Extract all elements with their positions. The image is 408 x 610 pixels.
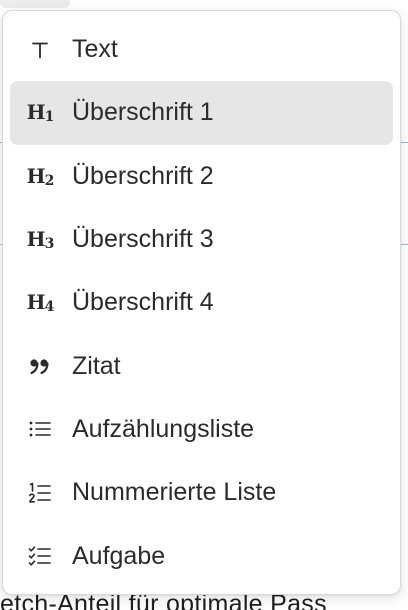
- menu-item-label: Text: [72, 35, 118, 64]
- menu-item-label: Überschrift 4: [72, 288, 214, 317]
- heading-2-icon: H2: [26, 163, 55, 189]
- heading-3-icon: H3: [26, 227, 55, 253]
- task-list-icon: [22, 545, 58, 567]
- menu-item-text[interactable]: Text: [10, 18, 393, 81]
- bullet-list-icon: [22, 419, 58, 439]
- background-divider: [400, 142, 408, 143]
- heading-1-icon: H1: [26, 100, 55, 126]
- text-icon: [22, 40, 58, 60]
- menu-item-label: Zitat: [72, 351, 121, 380]
- menu-item-label: Überschrift 2: [72, 161, 214, 190]
- menu-item-label: Überschrift 1: [72, 98, 214, 127]
- background-divider: [400, 244, 408, 245]
- menu-item-heading-4[interactable]: H4 Überschrift 4: [10, 271, 393, 334]
- menu-item-label: Aufzählungsliste: [72, 414, 255, 443]
- menu-item-label: Aufgabe: [72, 541, 166, 570]
- numbered-list-icon: [22, 481, 58, 505]
- quote-icon: [22, 356, 58, 376]
- menu-item-label: Überschrift 3: [72, 225, 214, 254]
- background-tab: [0, 0, 70, 8]
- menu-item-bullet-list[interactable]: Aufzählungsliste: [10, 398, 393, 461]
- menu-item-label: Nummerierte Liste: [72, 478, 277, 507]
- menu-item-task-list[interactable]: Aufgabe: [10, 524, 393, 587]
- menu-item-heading-3[interactable]: H3 Überschrift 3: [10, 208, 393, 271]
- editor-page: etch-Anteil für optimale Pass Text H1 Üb…: [0, 0, 408, 610]
- menu-item-heading-2[interactable]: H2 Überschrift 2: [10, 145, 393, 208]
- menu-item-numbered-list[interactable]: Nummerierte Liste: [10, 461, 393, 524]
- menu-item-heading-1[interactable]: H1 Überschrift 1: [10, 81, 393, 145]
- menu-item-quote[interactable]: Zitat: [10, 334, 393, 397]
- heading-4-icon: H4: [26, 290, 55, 316]
- block-type-menu: Text H1 Überschrift 1 H2 Überschrift 2 H…: [2, 10, 401, 595]
